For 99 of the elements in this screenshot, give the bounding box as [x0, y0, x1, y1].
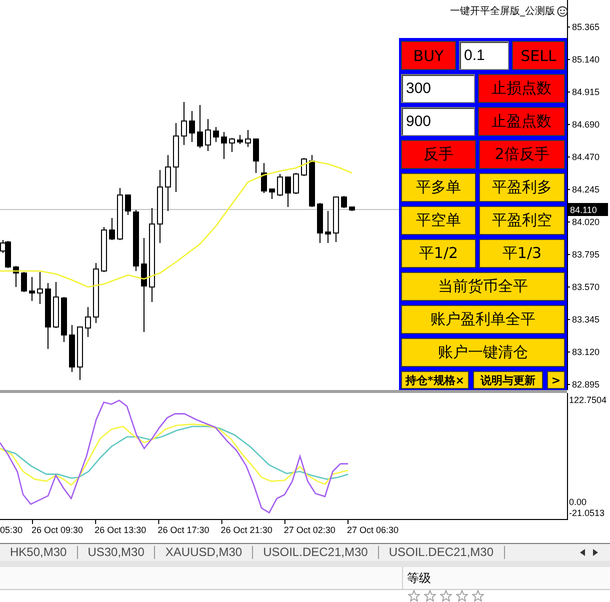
price-label: 83.570 [572, 282, 600, 292]
candlestick [181, 102, 187, 146]
candlestick [309, 154, 315, 208]
candlestick [269, 188, 275, 200]
chart-tab[interactable]: US30,M30 [78, 546, 156, 559]
input-field[interactable]: 900 [401, 107, 475, 136]
panel-button[interactable]: 止损点数 [478, 74, 565, 103]
chart-tab[interactable]: USOIL.DEC21,M30 [378, 546, 505, 559]
candlestick [333, 196, 339, 242]
star-icon [456, 590, 468, 602]
time-label: 26 Oct 13:30 [94, 525, 146, 535]
star-icon [440, 590, 452, 602]
candlestick [341, 196, 347, 208]
candlestick [205, 118, 211, 152]
candlestick [53, 282, 59, 328]
chart-tab[interactable]: USOIL.DEC21,M30 [253, 546, 379, 559]
panel-button[interactable]: 账户盈利单全平 [401, 305, 565, 334]
candlestick [261, 162, 267, 194]
scroll-right-icon[interactable] [593, 549, 598, 556]
candlestick [301, 158, 307, 176]
time-label: 27 Oct 06:30 [347, 525, 399, 535]
time-label: 05:30 [0, 525, 23, 535]
candlestick [125, 194, 131, 216]
candlestick [69, 324, 75, 372]
panel-button[interactable]: 平盈利多 [479, 173, 565, 202]
indicator-axis-label: -21.0513 [569, 508, 605, 518]
candlestick [349, 206, 355, 212]
candlestick [197, 104, 203, 148]
price-label: 84.245 [572, 184, 600, 194]
candlestick [61, 296, 67, 342]
candlestick [189, 110, 195, 142]
candlestick [285, 176, 291, 208]
price-label: 84.690 [572, 120, 600, 130]
candlestick [21, 272, 27, 292]
price-label: 85.365 [572, 22, 600, 32]
star-icon [408, 590, 420, 602]
candlestick [213, 126, 219, 142]
panel-button[interactable]: SELL [512, 41, 565, 70]
time-label: 27 Oct 02:30 [284, 525, 336, 535]
indicator-axis-label: 0.00 [569, 497, 587, 507]
candlestick [277, 174, 283, 196]
candlestick [253, 138, 259, 174]
candlestick [245, 130, 251, 148]
price-label: 84.470 [572, 152, 600, 162]
price-label: 84.020 [572, 217, 600, 227]
candlestick [93, 262, 99, 324]
panel-button[interactable]: 平1/2 [401, 239, 476, 268]
candlestick [317, 202, 323, 244]
panel-button[interactable]: 平盈利空 [479, 206, 565, 235]
candlestick [165, 154, 171, 212]
indicator-axis-label: 122.7504 [569, 395, 607, 405]
panel-button[interactable]: 平1/3 [479, 239, 565, 268]
candlestick [77, 326, 83, 380]
price-label: 84.915 [572, 87, 600, 97]
smiley-icon [557, 6, 568, 16]
panel-button[interactable]: 说明与更新 [473, 371, 543, 389]
chart-tab[interactable]: XAUUSD,M30 [155, 546, 254, 559]
chart-tab[interactable]: HK50,M30 [0, 546, 78, 559]
star-icon [424, 590, 436, 602]
column-header: 等级 [402, 567, 437, 589]
candlestick [109, 218, 115, 240]
star-icon [472, 590, 484, 602]
time-label: 26 Oct 09:30 [32, 525, 84, 535]
candlestick [117, 188, 123, 240]
panel-button[interactable]: 止盈点数 [478, 107, 565, 136]
candlestick [29, 276, 35, 302]
price-label: 85.140 [572, 54, 600, 64]
candlestick [293, 172, 299, 194]
candlestick [85, 306, 91, 338]
price-label: 83.795 [572, 250, 600, 260]
panel-button[interactable]: 反手 [401, 140, 476, 169]
candlestick [101, 226, 107, 272]
candlestick [237, 134, 243, 144]
panel-button[interactable]: > [547, 371, 565, 389]
candlestick [37, 272, 43, 304]
price-label: 83.120 [572, 347, 600, 357]
time-label: 26 Oct 17:30 [158, 525, 210, 535]
panel-button[interactable]: 平空单 [401, 206, 476, 235]
panel-button[interactable]: 当前货币全平 [401, 272, 565, 301]
candlestick [45, 282, 51, 350]
panel-button[interactable]: 账户一键清仓 [401, 338, 565, 367]
input-field[interactable]: 0.1 [459, 41, 509, 70]
panel-button[interactable]: 2倍反手 [479, 140, 565, 169]
candlestick [13, 266, 19, 288]
candlestick [229, 138, 235, 152]
time-label: 26 Oct 21:30 [220, 525, 272, 535]
input-field[interactable]: 300 [401, 74, 475, 103]
panel-button[interactable]: 平多单 [401, 173, 476, 202]
chart-title: 一键开平全屏版_公测版 [450, 4, 555, 18]
price-label: 83.345 [572, 314, 600, 324]
current-price-tag: 84.110 [566, 203, 608, 216]
candlestick [221, 132, 227, 160]
price-label: 82.895 [572, 380, 600, 390]
candlestick [325, 210, 331, 244]
candlestick [133, 210, 139, 272]
panel-button[interactable]: BUY [401, 41, 456, 70]
candlestick [173, 122, 179, 192]
scroll-left-icon[interactable] [580, 549, 585, 556]
panel-button[interactable]: 持仓*规格× [401, 371, 469, 389]
